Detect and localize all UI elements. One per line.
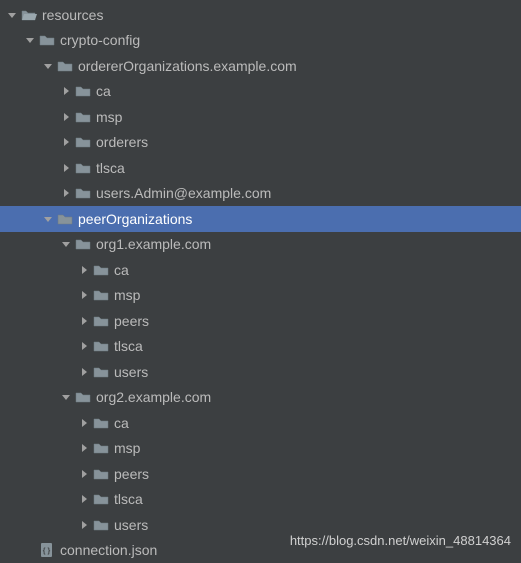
tree-item[interactable]: tlsca (0, 155, 521, 181)
folder-icon (92, 416, 110, 430)
folder-icon (92, 339, 110, 353)
chevron-down-icon[interactable] (22, 35, 38, 45)
watermark-text: https://blog.csdn.net/weixin_48814364 (290, 533, 511, 548)
tree-item[interactable]: msp (0, 283, 521, 309)
tree-item-label: crypto-config (60, 32, 140, 48)
tree-item-label: peers (114, 466, 149, 482)
tree-item-label: msp (96, 109, 122, 125)
chevron-right-icon[interactable] (76, 418, 92, 428)
tree-item[interactable]: peers (0, 461, 521, 487)
tree-item-label: org1.example.com (96, 236, 211, 252)
tree-item[interactable]: msp (0, 436, 521, 462)
chevron-down-icon[interactable] (40, 214, 56, 224)
chevron-right-icon[interactable] (58, 188, 74, 198)
folder-icon (38, 33, 56, 47)
folder-icon (56, 59, 74, 73)
tree-item-label: ca (114, 262, 129, 278)
tree-item[interactable]: tlsca (0, 334, 521, 360)
folder-icon (74, 161, 92, 175)
tree-item[interactable]: org2.example.com (0, 385, 521, 411)
folder-icon (92, 492, 110, 506)
tree-item-label: tlsca (96, 160, 125, 176)
chevron-right-icon[interactable] (76, 316, 92, 326)
tree-item-label: peers (114, 313, 149, 329)
tree-item-label: users.Admin@example.com (96, 185, 271, 201)
folder-icon (92, 314, 110, 328)
tree-item-label: resources (42, 7, 103, 23)
tree-item[interactable]: ca (0, 410, 521, 436)
tree-item[interactable]: peerOrganizations (0, 206, 521, 232)
tree-item-label: ca (96, 83, 111, 99)
tree-item[interactable]: users (0, 359, 521, 385)
chevron-right-icon[interactable] (58, 112, 74, 122)
folder-icon (92, 263, 110, 277)
folder-icon (56, 212, 74, 226)
folder-icon (92, 441, 110, 455)
tree-item[interactable]: peers (0, 308, 521, 334)
tree-item[interactable]: msp (0, 104, 521, 130)
tree-item[interactable]: resources (0, 2, 521, 28)
chevron-right-icon[interactable] (76, 520, 92, 530)
file-tree: resources crypto-config ordererOrganizatio… (0, 0, 521, 563)
chevron-right-icon[interactable] (58, 163, 74, 173)
tree-item[interactable]: orderers (0, 130, 521, 156)
tree-item[interactable]: ordererOrganizations.example.com (0, 53, 521, 79)
chevron-down-icon[interactable] (58, 239, 74, 249)
chevron-right-icon[interactable] (76, 367, 92, 377)
chevron-right-icon[interactable] (58, 86, 74, 96)
chevron-right-icon[interactable] (76, 494, 92, 504)
tree-item[interactable]: ca (0, 257, 521, 283)
tree-item-label: users (114, 517, 148, 533)
chevron-right-icon[interactable] (76, 290, 92, 300)
folder-icon (74, 237, 92, 251)
folder-icon (74, 135, 92, 149)
tree-item-label: orderers (96, 134, 148, 150)
tree-item-label: users (114, 364, 148, 380)
tree-item-label: msp (114, 287, 140, 303)
tree-item-label: org2.example.com (96, 389, 211, 405)
tree-item[interactable]: ca (0, 79, 521, 105)
folder-open-icon (20, 8, 38, 22)
tree-item-label: peerOrganizations (78, 211, 192, 227)
chevron-down-icon[interactable] (4, 10, 20, 20)
chevron-down-icon[interactable] (40, 61, 56, 71)
tree-item-label: ca (114, 415, 129, 431)
chevron-right-icon[interactable] (76, 443, 92, 453)
folder-icon (92, 365, 110, 379)
svg-text:{ }: { } (43, 548, 51, 555)
folder-icon (92, 518, 110, 532)
folder-icon (74, 390, 92, 404)
tree-item-label: ordererOrganizations.example.com (78, 58, 297, 74)
json-file-icon: { } (38, 542, 56, 558)
chevron-right-icon[interactable] (76, 265, 92, 275)
tree-item[interactable]: tlsca (0, 487, 521, 513)
tree-item[interactable]: users.Admin@example.com (0, 181, 521, 207)
tree-item-label: connection.json (60, 542, 157, 558)
folder-icon (92, 467, 110, 481)
folder-icon (74, 84, 92, 98)
chevron-right-icon[interactable] (58, 137, 74, 147)
folder-icon (92, 288, 110, 302)
tree-item[interactable]: org1.example.com (0, 232, 521, 258)
chevron-right-icon[interactable] (76, 341, 92, 351)
folder-icon (74, 186, 92, 200)
folder-icon (74, 110, 92, 124)
chevron-right-icon[interactable] (76, 469, 92, 479)
tree-item-label: tlsca (114, 491, 143, 507)
chevron-down-icon[interactable] (58, 392, 74, 402)
tree-item[interactable]: crypto-config (0, 28, 521, 54)
tree-item-label: msp (114, 440, 140, 456)
tree-item-label: tlsca (114, 338, 143, 354)
